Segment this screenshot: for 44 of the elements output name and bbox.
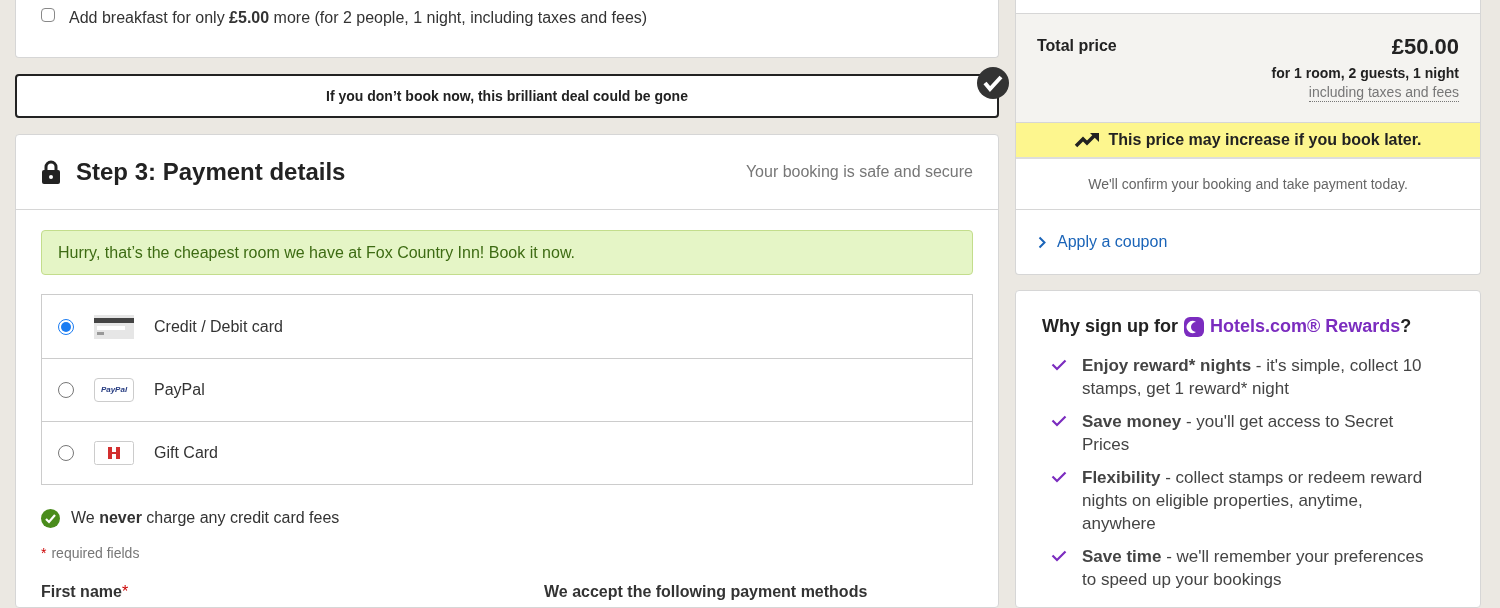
required-note: required fields (51, 544, 140, 563)
option-label: Gift Card (154, 443, 218, 463)
trending-up-icon (1074, 132, 1101, 148)
taxes-link[interactable]: including taxes and fees (1308, 84, 1459, 102)
secure-note: Your booking is safe and secure (745, 162, 973, 182)
stay-details: for 1 room, 2 guests, 1 night (1271, 64, 1459, 83)
rewards-link[interactable]: Hotels.com® Rewards (1210, 313, 1401, 340)
payment-option[interactable]: PayPal PayPal (42, 358, 972, 421)
heading-question-mark: ? (1400, 315, 1412, 338)
benefit-text: Enjoy reward* nights - it's simple, collect 10 stamps, get 1 reward* night (1082, 355, 1423, 400)
first-name-label: First name (41, 582, 122, 602)
cheapest-room-alert: Hurry, that’s the cheapest room we have at Fox Country Inn! Book it now. (41, 230, 973, 275)
moon-logo-icon (1184, 316, 1204, 337)
step-title: Step 3: Payment details (76, 157, 346, 187)
benefit-text: Flexibility - collect stamps or redeem reward nights on eligible properties, anytime, anywhere (1082, 467, 1424, 535)
option-label: Credit / Debit card (154, 316, 283, 337)
required-mark: * (121, 582, 129, 602)
benefit-text: Save money - you'll get access to Secret Prices (1082, 411, 1395, 456)
payment-option[interactable]: Gift Card (42, 421, 972, 484)
fees-note: We never charge any credit card fees (71, 508, 340, 528)
lock-icon (41, 160, 61, 184)
rewards-heading: Why sign up for (1042, 315, 1178, 338)
benefit-text: Save time - we'll remember your preferences to speed up your bookings (1082, 546, 1425, 591)
urgency-text: If you don’t book now, this brilliant deal could be gone (326, 86, 688, 106)
total-amount: £50.00 (1391, 34, 1459, 60)
payment-option[interactable]: Credit / Debit card (42, 295, 972, 358)
paypal-logo: PayPal (94, 378, 134, 402)
required-mark: * (41, 544, 47, 563)
chevron-right-icon (1038, 235, 1046, 249)
credit-card-icon (94, 314, 134, 339)
payment-methods-heading: We accept the following payment methods (544, 582, 868, 602)
check-icon (1051, 415, 1067, 427)
total-label: Total price (1037, 36, 1117, 56)
check-icon (1051, 550, 1067, 562)
apply-coupon-link[interactable]: Apply a coupon (1038, 230, 1168, 254)
option-label: PayPal (154, 380, 205, 400)
breakfast-offer: Add breakfast for only £5.00 more (for 2 people, 1 night, including taxes and fees) (69, 8, 648, 28)
check-circle-icon (41, 508, 60, 528)
warning-text: This price may increase if you book later. (1108, 130, 1422, 150)
breakfast-checkbox[interactable] (41, 8, 55, 22)
check-icon (1051, 359, 1067, 371)
gift-card-icon (94, 441, 134, 465)
check-icon (1051, 471, 1067, 483)
confirm-note: We'll confirm your booking and take payment today. (1088, 174, 1408, 194)
